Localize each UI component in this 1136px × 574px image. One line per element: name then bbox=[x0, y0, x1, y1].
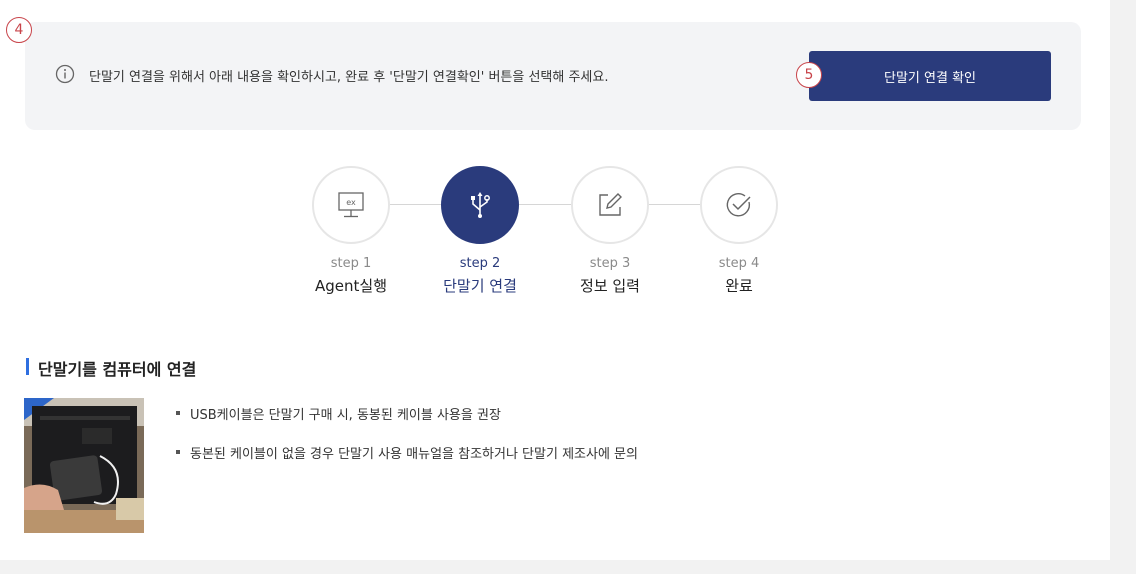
step-2-circle bbox=[441, 166, 519, 244]
device-connect-confirm-button[interactable]: 단말기 연결 확인 bbox=[809, 51, 1051, 101]
step-4-number: step 4 bbox=[718, 256, 760, 271]
notice-text: 단말기 연결을 위해서 아래 내용을 확인하시고, 완료 후 '단말기 연결확인… bbox=[89, 70, 609, 85]
step-4-title: 완료 bbox=[725, 277, 753, 295]
check-circle-icon bbox=[726, 193, 751, 217]
step-4: step 4 완료 bbox=[694, 166, 784, 296]
svg-text:ex: ex bbox=[346, 198, 356, 207]
callout-badge-5: 5 bbox=[796, 62, 822, 88]
step-4-circle bbox=[700, 166, 778, 244]
list-item: USB케이블은 단말기 구매 시, 동봉된 케이블 사용을 권장 bbox=[174, 404, 638, 423]
usb-icon bbox=[471, 192, 490, 218]
step-2: step 2 단말기 연결 bbox=[435, 166, 525, 296]
notice-box: 단말기 연결을 위해서 아래 내용을 확인하시고, 완료 후 '단말기 연결확인… bbox=[25, 22, 1081, 130]
bullet-list: USB케이블은 단말기 구매 시, 동봉된 케이블 사용을 권장 동본된 케이블… bbox=[174, 404, 638, 482]
edit-icon bbox=[599, 193, 622, 216]
step-2-title: 단말기 연결 bbox=[443, 277, 517, 295]
device-connection-photo bbox=[24, 398, 144, 533]
step-3-title: 정보 입력 bbox=[580, 277, 640, 295]
step-1-circle: ex bbox=[312, 166, 390, 244]
list-item: 동본된 케이블이 없을 경우 단말기 사용 매뉴얼을 참조하거나 단말기 제조사… bbox=[174, 443, 638, 462]
step-3-circle bbox=[571, 166, 649, 244]
step-2-number: step 2 bbox=[459, 256, 501, 271]
main-panel: 4 단말기 연결을 위해서 아래 내용을 확인하시고, 완료 후 '단말기 연결… bbox=[0, 0, 1110, 560]
step-1: ex step 1 Agent실행 bbox=[306, 166, 396, 296]
monitor-ex-icon: ex bbox=[338, 192, 364, 218]
step-1-title: Agent실행 bbox=[315, 277, 387, 295]
info-icon bbox=[55, 64, 75, 84]
callout-badge-4: 4 bbox=[6, 17, 32, 43]
step-3-number: step 3 bbox=[589, 256, 631, 271]
step-indicator: ex step 1 Agent실행 step 2 단말기 연결 step 3 정… bbox=[310, 166, 810, 316]
step-3: step 3 정보 입력 bbox=[565, 166, 655, 296]
section-title: 단말기를 컴퓨터에 연결 bbox=[26, 356, 196, 380]
step-1-number: step 1 bbox=[330, 256, 372, 271]
